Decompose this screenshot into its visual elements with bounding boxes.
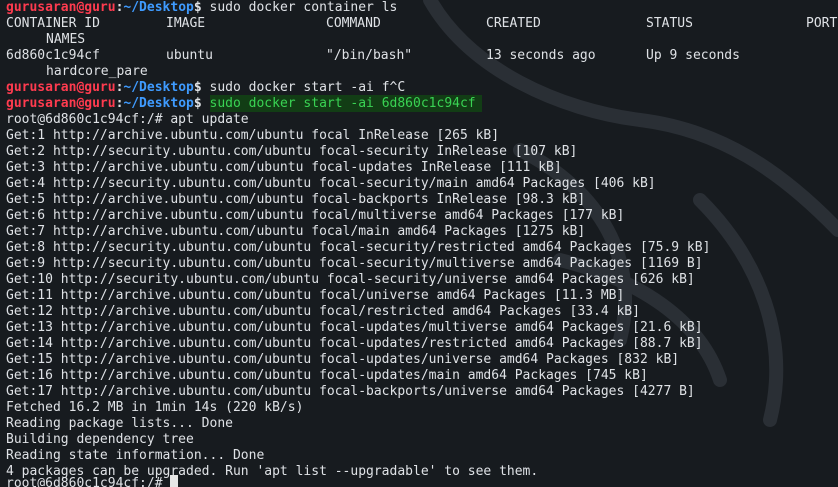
prompt-line: gurusaran@guru:~/Desktop$ sudo docker co… bbox=[6, 0, 836, 16]
table-header: CREATED bbox=[486, 16, 541, 31]
container-prompt-line: root@6d860c1c94cf:/# apt update bbox=[6, 112, 249, 127]
output-line: Get:3 http://archive.ubuntu.com/ubuntu f… bbox=[6, 160, 562, 175]
output-line: Get:6 http://archive.ubuntu.com/ubuntu f… bbox=[6, 208, 625, 223]
terminal-output: gurusaran@guru:~/Desktop$ sudo docker co… bbox=[6, 0, 838, 487]
prompt-user: gurusaran@guru bbox=[6, 0, 116, 15]
output-line: Get:2 http://security.ubuntu.com/ubuntu … bbox=[6, 144, 578, 159]
output-line: Get:12 http://archive.ubuntu.com/ubuntu … bbox=[6, 304, 640, 319]
table-header: IMAGE bbox=[166, 16, 206, 31]
table-header-row: CONTAINER ID IMAGE COMMAND CREATED STATU… bbox=[6, 16, 838, 32]
output-line: Get:11 http://archive.ubuntu.com/ubuntu … bbox=[6, 288, 625, 303]
table-cell: "/bin/bash" bbox=[326, 48, 413, 63]
output-line: Get:13 http://archive.ubuntu.com/ubuntu … bbox=[6, 320, 703, 335]
prompt-user: gurusaran@guru bbox=[6, 80, 116, 95]
output-line: Get:5 http://archive.ubuntu.com/ubuntu f… bbox=[6, 192, 586, 207]
output-line: Get:17 http://archive.ubuntu.com/ubuntu … bbox=[6, 384, 695, 399]
table-header: NAMES bbox=[46, 32, 86, 47]
table-cell: 13 seconds ago bbox=[486, 48, 596, 63]
output-line: Get:15 http://archive.ubuntu.com/ubuntu … bbox=[6, 352, 680, 367]
prompt-line: gurusaran@guru:~/Desktop$ sudo docker st… bbox=[6, 80, 836, 96]
output-line: Get:7 http://archive.ubuntu.com/ubuntu f… bbox=[6, 224, 586, 239]
table-cell: Up 9 seconds bbox=[646, 48, 740, 63]
highlighted-command: sudo docker start -ai 6d860c1c94cf bbox=[209, 95, 482, 112]
prompt-symbol: $ bbox=[193, 80, 202, 95]
table-row: hardcore_pare bbox=[6, 64, 836, 80]
terminal-window[interactable]: gurusaran@guru:~/Desktop$ sudo docker co… bbox=[0, 0, 838, 487]
prompt-symbol: $ bbox=[193, 96, 202, 111]
output-line: Fetched 16.2 MB in 1min 14s (220 kB/s) bbox=[6, 400, 304, 415]
output-line: Building dependency tree bbox=[6, 432, 194, 447]
table-row: 6d860c1c94cf ubuntu "/bin/bash" 13 secon… bbox=[6, 48, 836, 64]
prompt-path: ~/Desktop bbox=[123, 96, 194, 111]
prompt-path: ~/Desktop bbox=[123, 0, 194, 15]
table-header: COMMAND bbox=[326, 16, 381, 31]
output-line: Get:16 http://archive.ubuntu.com/ubuntu … bbox=[6, 368, 648, 383]
output-line: 4 packages can be upgraded. Run 'apt lis… bbox=[6, 464, 539, 479]
command-text: sudo docker start -ai f^C bbox=[201, 80, 406, 95]
output-line: Get:10 http://security.ubuntu.com/ubuntu… bbox=[6, 272, 695, 287]
output-line: Get:1 http://archive.ubuntu.com/ubuntu f… bbox=[6, 128, 500, 143]
prompt-user: gurusaran@guru bbox=[6, 96, 116, 111]
prompt-symbol: $ bbox=[193, 0, 202, 15]
prompt-path: ~/Desktop bbox=[123, 80, 194, 95]
table-header: PORT bbox=[806, 16, 838, 31]
output-line: Reading state information... Done bbox=[6, 448, 265, 463]
output-line: Reading package lists... Done bbox=[6, 416, 233, 431]
prompt-line: gurusaran@guru:~/Desktop$ sudo docker st… bbox=[6, 95, 836, 112]
output-line: Get:8 http://security.ubuntu.com/ubuntu … bbox=[6, 240, 711, 255]
table-header: STATUS bbox=[646, 16, 693, 31]
table-header-row: NAMES bbox=[6, 32, 836, 48]
output-line: Get:9 http://security.ubuntu.com/ubuntu … bbox=[6, 256, 703, 271]
table-cell: 6d860c1c94cf bbox=[6, 48, 100, 63]
output-line: Get:14 http://archive.ubuntu.com/ubuntu … bbox=[6, 336, 703, 351]
table-header: CONTAINER ID bbox=[6, 16, 100, 31]
output-line: Get:4 http://security.ubuntu.com/ubuntu … bbox=[6, 176, 656, 191]
table-cell: hardcore_pare bbox=[46, 64, 148, 79]
table-cell: ubuntu bbox=[166, 48, 213, 63]
command-text: sudo docker container ls bbox=[201, 0, 398, 15]
